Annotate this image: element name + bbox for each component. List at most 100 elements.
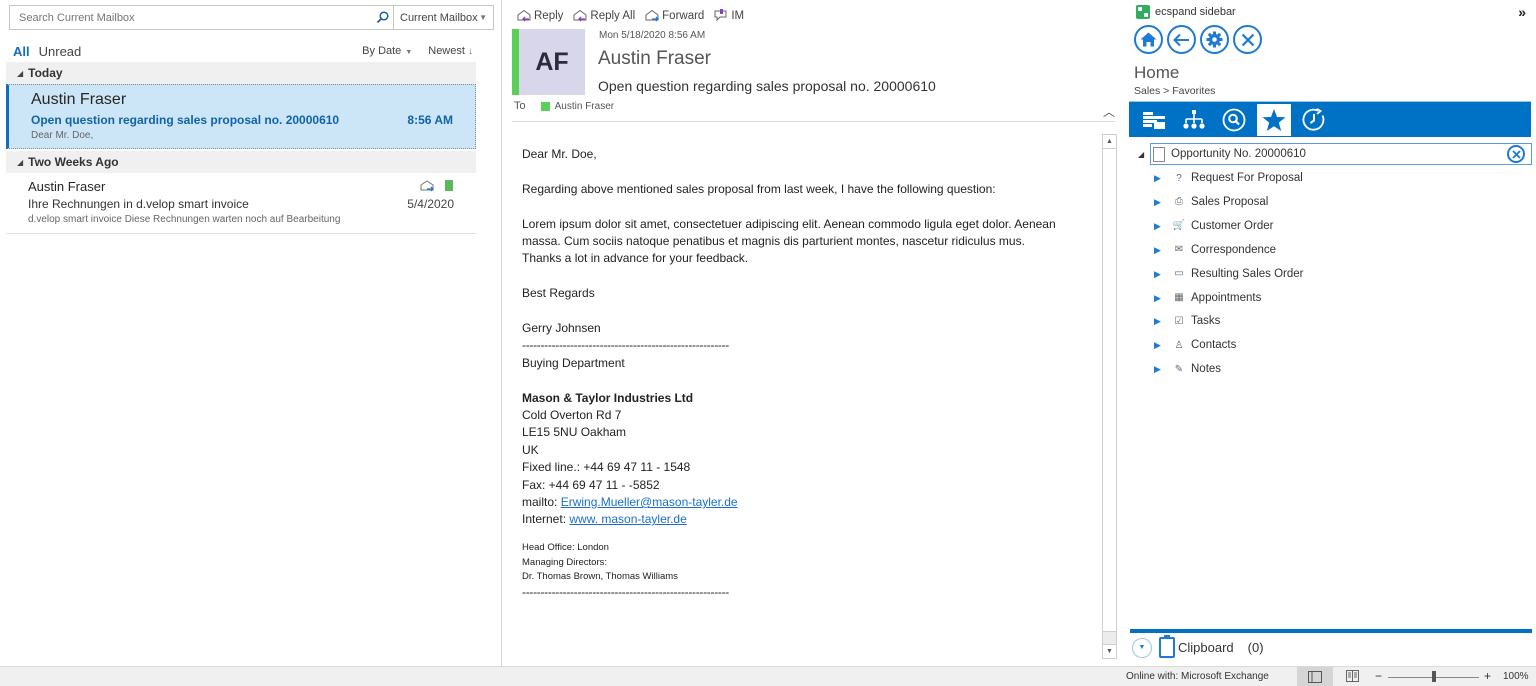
body-text: Dear Mr. Doe,: [522, 147, 597, 161]
message-sender[interactable]: Austin Fraser: [598, 48, 711, 70]
normal-view-button[interactable]: [1297, 667, 1333, 686]
collapse-triangle-icon[interactable]: ◢: [1138, 150, 1150, 159]
body-text: Thanks a lot in advance for your feedbac…: [522, 251, 749, 266]
reply-icon: [517, 9, 531, 22]
tab-recent[interactable]: [1297, 104, 1331, 136]
reply-all-button[interactable]: Reply All: [573, 9, 635, 22]
tree-root-item[interactable]: ◢ Opportunity No. 20000610: [1138, 143, 1532, 165]
search-input[interactable]: [10, 6, 371, 29]
tab-hierarchy[interactable]: [1177, 104, 1211, 136]
filter-all[interactable]: All: [13, 44, 30, 59]
envelope-icon: ✉: [1174, 244, 1184, 256]
group-header-two-weeks-ago[interactable]: ◢ Two Weeks Ago: [6, 151, 476, 173]
tree-item-label: Sales Proposal: [1191, 195, 1269, 208]
category-color-tag: [445, 180, 453, 191]
reply-button[interactable]: Reply: [517, 9, 563, 22]
mail-preview: d.velop smart invoice Diese Rechnungen w…: [28, 214, 341, 225]
expand-triangle-icon[interactable]: ▶: [1154, 173, 1163, 183]
tab-folders[interactable]: [1137, 104, 1171, 136]
sender-avatar[interactable]: AF: [519, 29, 585, 95]
collapse-triangle-icon: ◢: [17, 157, 24, 167]
tree-item[interactable]: ▶ ✉ Correspondence: [1154, 242, 1276, 258]
remove-favorite-button[interactable]: [1507, 145, 1525, 163]
normal-view-icon: [1308, 670, 1322, 683]
expand-triangle-icon[interactable]: ▶: [1154, 221, 1163, 231]
head-office: Head Office: London: [522, 541, 609, 553]
tree-item[interactable]: ▶ ♙ Contacts: [1154, 337, 1236, 353]
forward-icon: [645, 9, 660, 22]
forwarded-icon: [420, 179, 435, 197]
body-text: massa. Cum sociis natoque penatibus et m…: [522, 234, 1025, 248]
group-header-today[interactable]: ◢ Today: [6, 62, 476, 84]
scroll-up-icon[interactable]: ▲: [1103, 135, 1116, 149]
double-chevron-right-icon[interactable]: »: [1518, 4, 1526, 20]
zoom-out-button[interactable]: −: [1375, 669, 1382, 683]
tab-search[interactable]: [1217, 104, 1251, 136]
tree-root-box[interactable]: Opportunity No. 20000610: [1150, 143, 1532, 165]
expand-triangle-icon[interactable]: ▶: [1154, 364, 1163, 374]
website-link[interactable]: www. mason-tayler.de: [569, 512, 686, 526]
mail-preview: Dear Mr. Doe,: [31, 130, 94, 141]
scroll-track[interactable]: [1103, 632, 1116, 644]
tree-item[interactable]: ▶ ▦ Appointments: [1154, 290, 1261, 306]
tree-item[interactable]: ▶? Request For Proposal: [1154, 170, 1303, 186]
signature-department: Buying Department: [522, 355, 625, 370]
signature-phone: Fixed line.: +44 69 47 11 - 1548: [522, 460, 691, 475]
mail-item[interactable]: Austin Fraser Ihre Rechnungen in d.velop…: [6, 173, 476, 233]
message-scrollbar[interactable]: ▲ ▼: [1102, 134, 1117, 659]
expand-triangle-icon[interactable]: ▶: [1154, 269, 1163, 279]
signature-fax: Fax: +44 69 47 11 - -5852: [522, 477, 660, 492]
zoom-percentage[interactable]: 100%: [1503, 671, 1529, 682]
history-icon: [1302, 107, 1325, 131]
sort-order-label: Newest: [428, 45, 465, 57]
question-icon: ?: [1176, 172, 1182, 184]
recipient-name[interactable]: Austin Fraser: [555, 101, 614, 112]
sort-by-dropdown[interactable]: By Date ▼: [362, 45, 412, 57]
reading-view-button[interactable]: [1346, 670, 1359, 685]
clipboard-icon: [1159, 635, 1175, 658]
tree-item[interactable]: ▶ ✎ Notes: [1154, 361, 1221, 377]
expand-triangle-icon[interactable]: ▶: [1154, 316, 1163, 326]
search-icon[interactable]: [371, 6, 393, 29]
expand-triangle-icon[interactable]: ▶: [1154, 197, 1163, 207]
search-icon: [1222, 108, 1246, 131]
mail-subject: Open question regarding sales proposal n…: [31, 113, 340, 127]
tree-item[interactable]: ▶ ☑ Tasks: [1154, 313, 1220, 329]
zoom-in-button[interactable]: +: [1484, 669, 1491, 683]
expand-triangle-icon[interactable]: ▶: [1154, 293, 1163, 303]
expand-triangle-icon[interactable]: ▶: [1154, 245, 1163, 255]
filter-unread[interactable]: Unread: [39, 44, 82, 59]
tab-favorites[interactable]: [1257, 103, 1291, 136]
arrow-left-icon: [1173, 33, 1189, 46]
forward-button[interactable]: Forward: [645, 9, 704, 22]
email-link[interactable]: Erwing.Mueller@mason-tayler.de: [561, 495, 738, 509]
scroll-down-icon[interactable]: ▼: [1103, 644, 1116, 658]
tree-item[interactable]: ▶ ⎙ Sales Proposal: [1154, 194, 1268, 210]
zoom-slider-thumb[interactable]: [1431, 671, 1436, 682]
reply-label: Reply: [534, 9, 564, 22]
hierarchy-icon: [1183, 109, 1205, 129]
search-scope-dropdown[interactable]: Current Mailbox ▼: [393, 6, 493, 29]
close-button[interactable]: [1233, 25, 1262, 54]
tree-item-label: Notes: [1191, 363, 1222, 376]
tree-item-label: Resulting Sales Order: [1191, 267, 1304, 280]
expand-clipboard-button[interactable]: ▼: [1132, 637, 1152, 658]
settings-button[interactable]: [1200, 25, 1229, 54]
breadcrumb[interactable]: Sales > Favorites: [1134, 85, 1215, 97]
scroll-thumb[interactable]: [1103, 149, 1116, 632]
tree-item[interactable]: ▶ 🛒 Customer Order: [1154, 218, 1273, 234]
im-button[interactable]: IM: [714, 9, 744, 22]
tree-item[interactable]: ▶ ▭ Resulting Sales Order: [1154, 266, 1304, 282]
mail-item[interactable]: Austin Fraser Open question regarding sa…: [6, 84, 476, 149]
clipboard-label[interactable]: Clipboard: [1178, 640, 1234, 655]
directors-label: Managing Directors:: [522, 556, 608, 568]
home-button[interactable]: [1134, 25, 1163, 54]
back-button[interactable]: [1167, 25, 1196, 54]
reading-view-icon: [1346, 670, 1359, 682]
clipboard-section: ▼ Clipboard (0): [1132, 635, 1264, 658]
sort-order-toggle[interactable]: Newest ↓: [428, 45, 473, 57]
expand-triangle-icon[interactable]: ▶: [1154, 340, 1163, 350]
header-divider: [512, 121, 1115, 122]
collapse-header-icon[interactable]: ︿: [1103, 103, 1115, 120]
status-bar: Online with: Microsoft Exchange − + 100%: [0, 666, 1536, 686]
